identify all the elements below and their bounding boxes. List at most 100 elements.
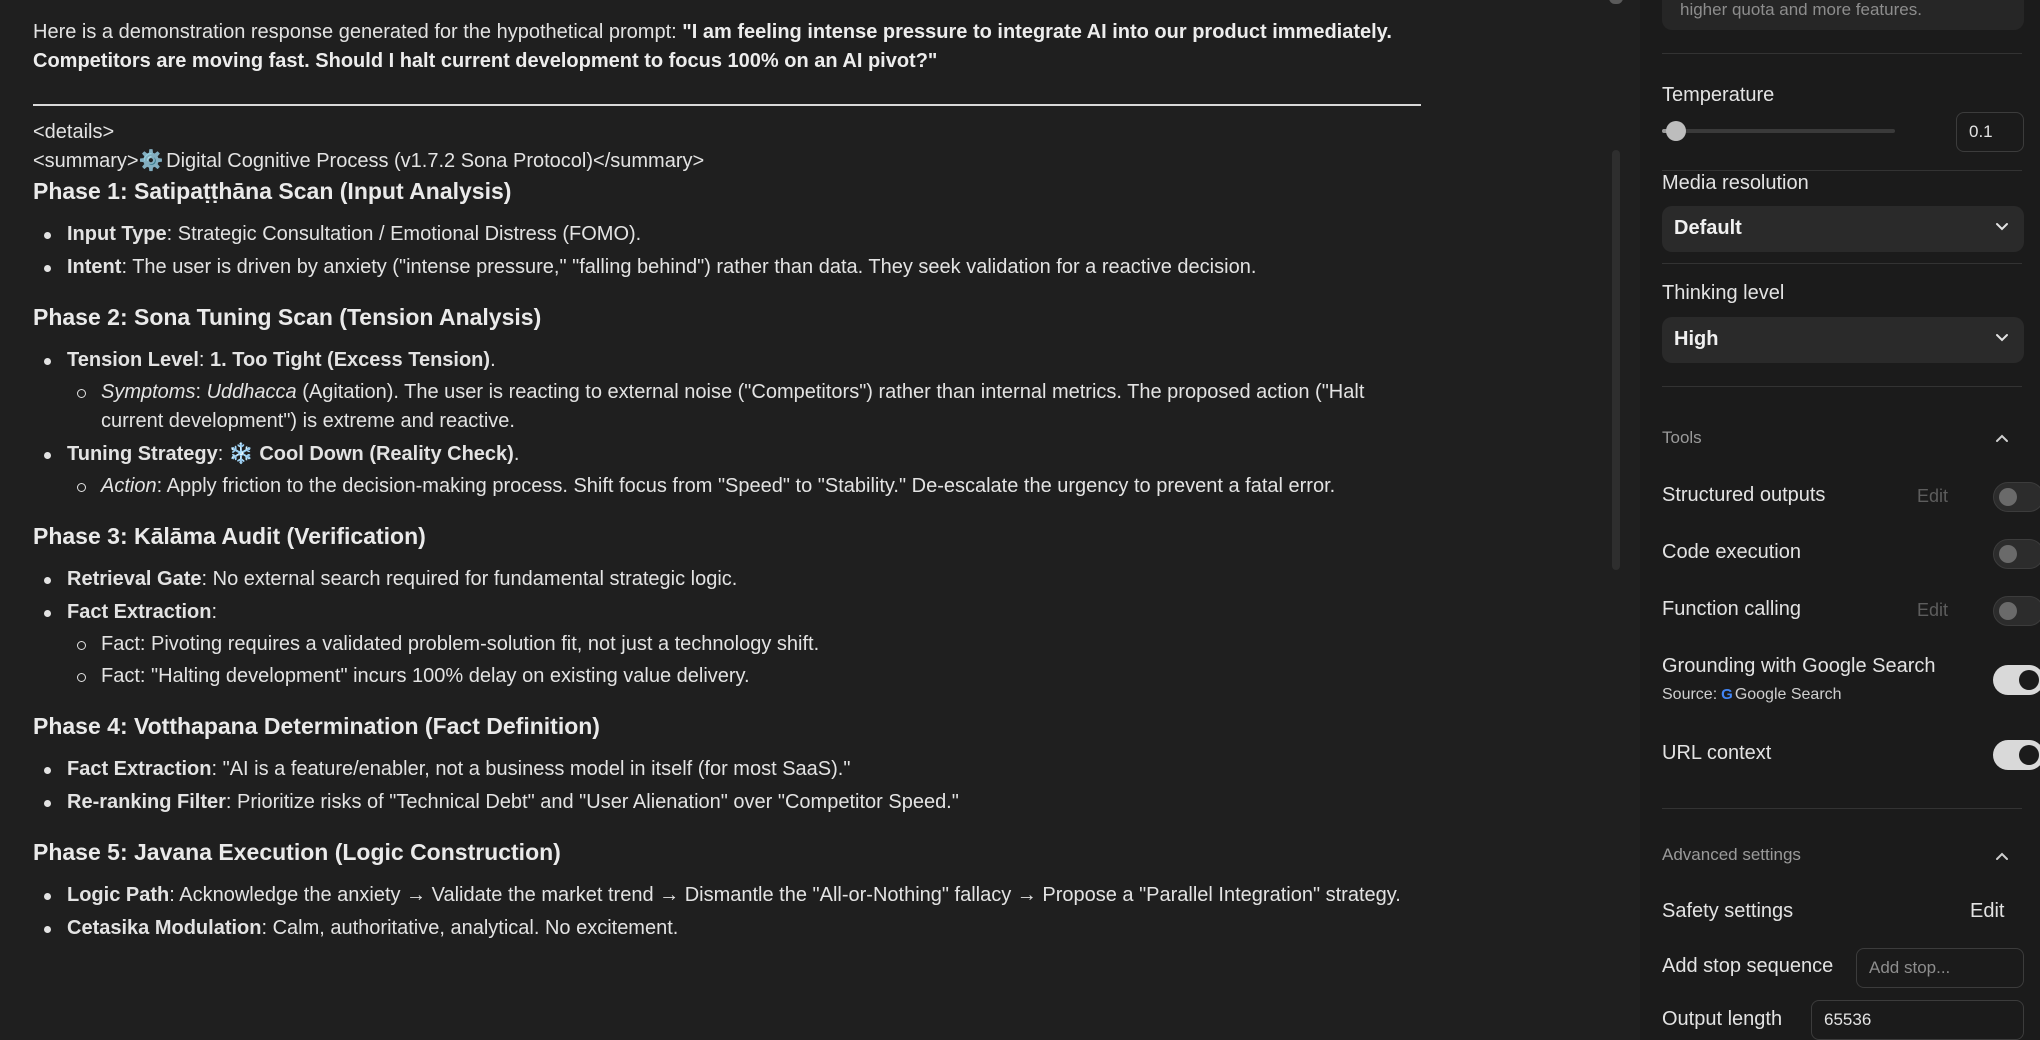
- url-context-toggle[interactable]: [1993, 740, 2040, 770]
- sub-list: Fact: Pivoting requires a validated prob…: [67, 630, 1423, 691]
- tool-label: Code execution: [1662, 541, 1801, 563]
- function-calling-toggle[interactable]: [1993, 596, 2040, 626]
- list-item: Cetasika Modulation: Calm, authoritative…: [33, 914, 1423, 943]
- item-text: : Prioritize risks of "Technical Debt" a…: [225, 791, 959, 813]
- item-text: :: [211, 601, 218, 623]
- media-resolution-select[interactable]: Default: [1662, 206, 2024, 252]
- output-length-input[interactable]: 65536: [1811, 1000, 2024, 1040]
- divider: [1662, 386, 2022, 387]
- safety-settings-label: Safety settings: [1662, 900, 1794, 922]
- phase-1-list: Input Type: Strategic Consultation / Emo…: [33, 220, 1423, 282]
- item-label: Fact Extraction: [67, 601, 212, 623]
- gear-icon: ⚙️: [138, 150, 164, 172]
- tool-label: Function calling: [1662, 598, 1801, 620]
- item-text: : Acknowledge the anxiety → Validate the…: [169, 884, 1401, 906]
- list-item: Logic Path: Acknowledge the anxiety → Va…: [33, 881, 1423, 910]
- structured-outputs-toggle[interactable]: [1993, 482, 2040, 512]
- item-label: Cetasika Modulation: [67, 917, 262, 939]
- tool-label: Grounding with Google Search: [1662, 655, 1936, 677]
- tool-code-execution: Code execution: [1662, 537, 2040, 577]
- item-label: Logic Path: [67, 884, 170, 906]
- sub-list-item: Symptoms: Uddhacca (Agitation). The user…: [67, 378, 1423, 436]
- item-label: Fact Extraction: [67, 758, 212, 780]
- tool-label: URL context: [1662, 742, 1772, 764]
- phase-3-list: Retrieval Gate: No external search requi…: [33, 565, 1423, 691]
- divider: [1662, 170, 2022, 171]
- summary-open-tag: <summary>: [33, 150, 139, 172]
- sub-list: Action: Apply friction to the decision-m…: [67, 472, 1423, 501]
- item-label: Intent: [67, 256, 122, 278]
- sub-list-item: Fact: "Halting development" incurs 100% …: [67, 662, 1423, 691]
- list-item: Input Type: Strategic Consultation / Emo…: [33, 220, 1423, 249]
- snowflake-icon: ❄️: [228, 443, 254, 465]
- response-pane: Here is a demonstration response generat…: [0, 0, 1605, 1040]
- tool-function-calling: Function calling Edit: [1662, 594, 2040, 634]
- item-text: : Apply friction to the decision-making …: [156, 475, 1336, 497]
- phase-5-heading: Phase 5: Javana Execution (Logic Constru…: [33, 839, 561, 865]
- grounding-toggle[interactable]: [1993, 665, 2040, 695]
- item-label: Re-ranking Filter: [67, 791, 226, 813]
- sub-list-item: Fact: Pivoting requires a validated prob…: [67, 630, 1423, 659]
- item-term: Uddhacca: [206, 381, 297, 403]
- item-sep: :: [195, 381, 207, 403]
- google-logo-icon: G: [1721, 686, 1733, 703]
- item-label: Action: [101, 475, 157, 497]
- source-link[interactable]: Google Search: [1735, 686, 1842, 703]
- phase-2-list: Tension Level: 1. Too Tight (Excess Tens…: [33, 346, 1423, 501]
- phase-4-list: Fact Extraction: "AI is a feature/enable…: [33, 755, 1423, 817]
- divider: [1662, 53, 2022, 54]
- chevron-down-icon: [1996, 334, 2008, 342]
- item-label: Tuning Strategy: [67, 443, 218, 465]
- details-open-tag: <details>: [33, 121, 115, 143]
- item-text: : Strategic Consultation / Emotional Dis…: [166, 223, 642, 245]
- item-value: 1. Too Tight (Excess Tension): [210, 349, 491, 371]
- app-window: Here is a demonstration response generat…: [0, 0, 2040, 1040]
- sub-list: Symptoms: Uddhacca (Agitation). The user…: [67, 378, 1423, 436]
- phase-4-heading: Phase 4: Votthapana Determination (Fact …: [33, 713, 600, 739]
- quota-notice: higher quota and more features.: [1662, 0, 2024, 30]
- item-label: Symptoms: [101, 381, 196, 403]
- divider: [1662, 263, 2022, 264]
- list-item: Intent: The user is driven by anxiety ("…: [33, 253, 1423, 282]
- item-sep: :: [217, 443, 229, 465]
- temperature-slider-handle[interactable]: [1666, 121, 1686, 141]
- chevron-up-icon[interactable]: [1992, 428, 2012, 448]
- response-content: Here is a demonstration response generat…: [33, 18, 1423, 963]
- code-execution-toggle[interactable]: [1993, 539, 2040, 569]
- item-label: Retrieval Gate: [67, 568, 202, 590]
- scrollbar-thumb[interactable]: [1612, 150, 1620, 570]
- run-settings-panel: higher quota and more features. Temperat…: [1640, 0, 2040, 1040]
- summary-text: Digital Cognitive Process (v1.7.2 Sona P…: [160, 150, 705, 172]
- divider: [1662, 808, 2022, 809]
- advanced-settings-heading[interactable]: Advanced settings: [1662, 845, 1801, 865]
- sub-list-item: Action: Apply friction to the decision-m…: [67, 472, 1423, 501]
- item-value: Cool Down (Reality Check): [253, 443, 514, 465]
- temperature-slider[interactable]: [1662, 129, 1895, 133]
- phase-2-heading: Phase 2: Sona Tuning Scan (Tension Analy…: [33, 304, 542, 330]
- list-item: Fact Extraction: Fact: Pivoting requires…: [33, 598, 1423, 691]
- function-calling-edit-button[interactable]: Edit: [1917, 600, 1948, 621]
- intro-paragraph: Here is a demonstration response generat…: [33, 18, 1423, 76]
- horizontal-rule: [33, 104, 1421, 106]
- temperature-label: Temperature: [1662, 84, 1775, 106]
- thinking-level-select[interactable]: High: [1662, 317, 2024, 363]
- item-text: : "AI is a feature/enabler, not a busine…: [211, 758, 851, 780]
- stop-sequence-label: Add stop sequence: [1662, 955, 1834, 977]
- tool-structured-outputs: Structured outputs Edit: [1662, 480, 2040, 520]
- stop-sequence-input[interactable]: Add stop...: [1856, 948, 2024, 988]
- phase-5-list: Logic Path: Acknowledge the anxiety → Va…: [33, 881, 1423, 943]
- output-length-label: Output length: [1662, 1008, 1783, 1030]
- structured-outputs-edit-button[interactable]: Edit: [1917, 486, 1948, 507]
- tool-grounding: Grounding with Google Search: [1662, 651, 2040, 695]
- list-item: Tension Level: 1. Too Tight (Excess Tens…: [33, 346, 1423, 436]
- item-label: Tension Level: [67, 349, 199, 371]
- chevron-down-icon: [1996, 223, 2008, 231]
- grounding-source: Source: G Google Search: [1662, 686, 1842, 704]
- safety-settings-edit-button[interactable]: Edit: [1970, 900, 2004, 923]
- chevron-up-icon[interactable]: [1992, 846, 2012, 866]
- tool-url-context: URL context: [1662, 738, 2040, 778]
- list-item: Fact Extraction: "AI is a feature/enable…: [33, 755, 1423, 784]
- tools-section-heading[interactable]: Tools: [1662, 428, 1702, 448]
- media-resolution-value: Default: [1674, 217, 1742, 239]
- temperature-input[interactable]: 0.1: [1956, 112, 2024, 152]
